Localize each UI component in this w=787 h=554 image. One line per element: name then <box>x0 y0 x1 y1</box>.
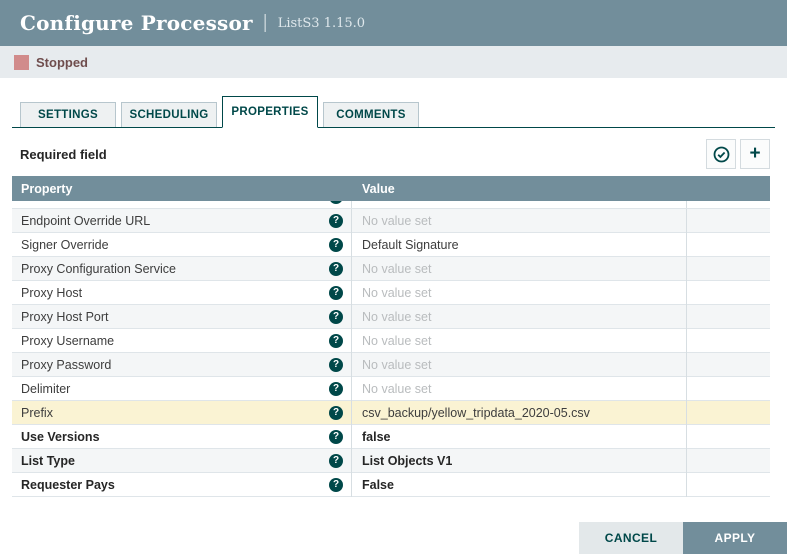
property-name: Proxy Username <box>21 334 114 348</box>
help-icon[interactable]: ? <box>329 310 343 324</box>
stopped-status-icon <box>14 55 29 70</box>
circle-check-icon <box>713 146 730 163</box>
table-row[interactable]: Proxy Configuration Service ? No value s… <box>12 257 770 281</box>
properties-table-header: Property Value <box>12 176 770 201</box>
status-bar: Stopped <box>0 46 787 78</box>
required-field-label: Required field <box>12 147 107 162</box>
tab-comments[interactable]: COMMENTS <box>323 102 419 127</box>
property-name: List Type <box>21 454 75 468</box>
help-icon[interactable]: ? <box>329 201 343 204</box>
help-icon[interactable]: ? <box>329 406 343 420</box>
property-value: Default Signature <box>362 238 459 252</box>
toolbar-buttons: + <box>706 139 770 169</box>
property-name: Endpoint Override URL <box>21 214 150 228</box>
property-name: Proxy Host <box>21 286 82 300</box>
help-icon[interactable]: ? <box>329 478 343 492</box>
property-value: No value set <box>362 382 431 396</box>
tab-scheduling[interactable]: SCHEDULING <box>121 102 217 127</box>
property-name: Requester Pays <box>21 478 115 492</box>
dialog-header: Configure Processor | ListS3 1.15.0 <box>0 0 787 46</box>
property-value: false <box>362 430 391 444</box>
property-name: Use Versions <box>21 430 100 444</box>
table-row[interactable]: Endpoint Override URL ? No value set <box>12 209 770 233</box>
tab-settings[interactable]: SETTINGS <box>20 102 116 127</box>
property-name: Proxy Host Port <box>21 310 109 324</box>
properties-toolbar: Required field + <box>12 139 770 169</box>
plus-icon: + <box>749 144 760 163</box>
property-value: False <box>362 478 394 492</box>
column-header-property: Property <box>12 182 352 196</box>
help-icon[interactable]: ? <box>329 334 343 348</box>
property-name: Signer Override <box>21 238 109 252</box>
tab-bar: SETTINGSSCHEDULINGPROPERTIESCOMMENTS <box>12 96 775 128</box>
property-name: Prefix <box>21 406 53 420</box>
property-name: SSL Context Service <box>21 201 136 204</box>
table-row[interactable]: Prefix ? csv_backup/yellow_tripdata_2020… <box>12 401 770 425</box>
help-icon[interactable]: ? <box>329 262 343 276</box>
table-row[interactable]: Proxy Password ? No value set <box>12 353 770 377</box>
apply-button[interactable]: APPLY <box>683 522 787 554</box>
property-name: Delimiter <box>21 382 70 396</box>
add-property-button[interactable]: + <box>740 139 770 169</box>
processor-type-version: ListS3 1.15.0 <box>278 16 365 31</box>
table-row[interactable]: Proxy Host ? No value set <box>12 281 770 305</box>
table-row[interactable]: Requester Pays ? False <box>12 473 770 497</box>
table-row[interactable]: List Type ? List Objects V1 <box>12 449 770 473</box>
property-value: No value set <box>362 358 431 372</box>
property-name: Proxy Password <box>21 358 111 372</box>
table-row[interactable]: Proxy Host Port ? No value set <box>12 305 770 329</box>
table-row[interactable]: Delimiter ? No value set <box>12 377 770 401</box>
properties-table: Property Value SSL Context Service ? No … <box>12 176 770 497</box>
help-icon[interactable]: ? <box>329 382 343 396</box>
table-row[interactable]: Signer Override ? Default Signature <box>12 233 770 257</box>
tab-properties[interactable]: PROPERTIES <box>222 96 318 128</box>
title-separator: | <box>263 12 268 34</box>
dialog-footer: CANCEL APPLY <box>579 522 787 554</box>
help-icon[interactable]: ? <box>329 454 343 468</box>
help-icon[interactable]: ? <box>329 430 343 444</box>
property-value: List Objects V1 <box>362 454 452 468</box>
property-value: No value set <box>362 334 431 348</box>
property-value: No value set <box>362 262 431 276</box>
property-name: Proxy Configuration Service <box>21 262 176 276</box>
property-value: No value set <box>362 201 431 204</box>
property-value: csv_backup/yellow_tripdata_2020-05.csv <box>362 406 590 420</box>
properties-table-body: SSL Context Service ? No value set Endpo… <box>12 201 770 497</box>
property-value: No value set <box>362 310 431 324</box>
property-value: No value set <box>362 286 431 300</box>
verify-properties-button[interactable] <box>706 139 736 169</box>
cancel-button[interactable]: CANCEL <box>579 522 683 554</box>
dialog-title: Configure Processor <box>20 11 253 35</box>
property-value: No value set <box>362 214 431 228</box>
table-row[interactable]: Proxy Username ? No value set <box>12 329 770 353</box>
status-label: Stopped <box>36 55 88 70</box>
help-icon[interactable]: ? <box>329 358 343 372</box>
table-row[interactable]: SSL Context Service ? No value set <box>12 201 770 209</box>
help-icon[interactable]: ? <box>329 238 343 252</box>
column-header-value: Value <box>352 182 687 196</box>
table-row[interactable]: Use Versions ? false <box>12 425 770 449</box>
help-icon[interactable]: ? <box>329 286 343 300</box>
help-icon[interactable]: ? <box>329 214 343 228</box>
